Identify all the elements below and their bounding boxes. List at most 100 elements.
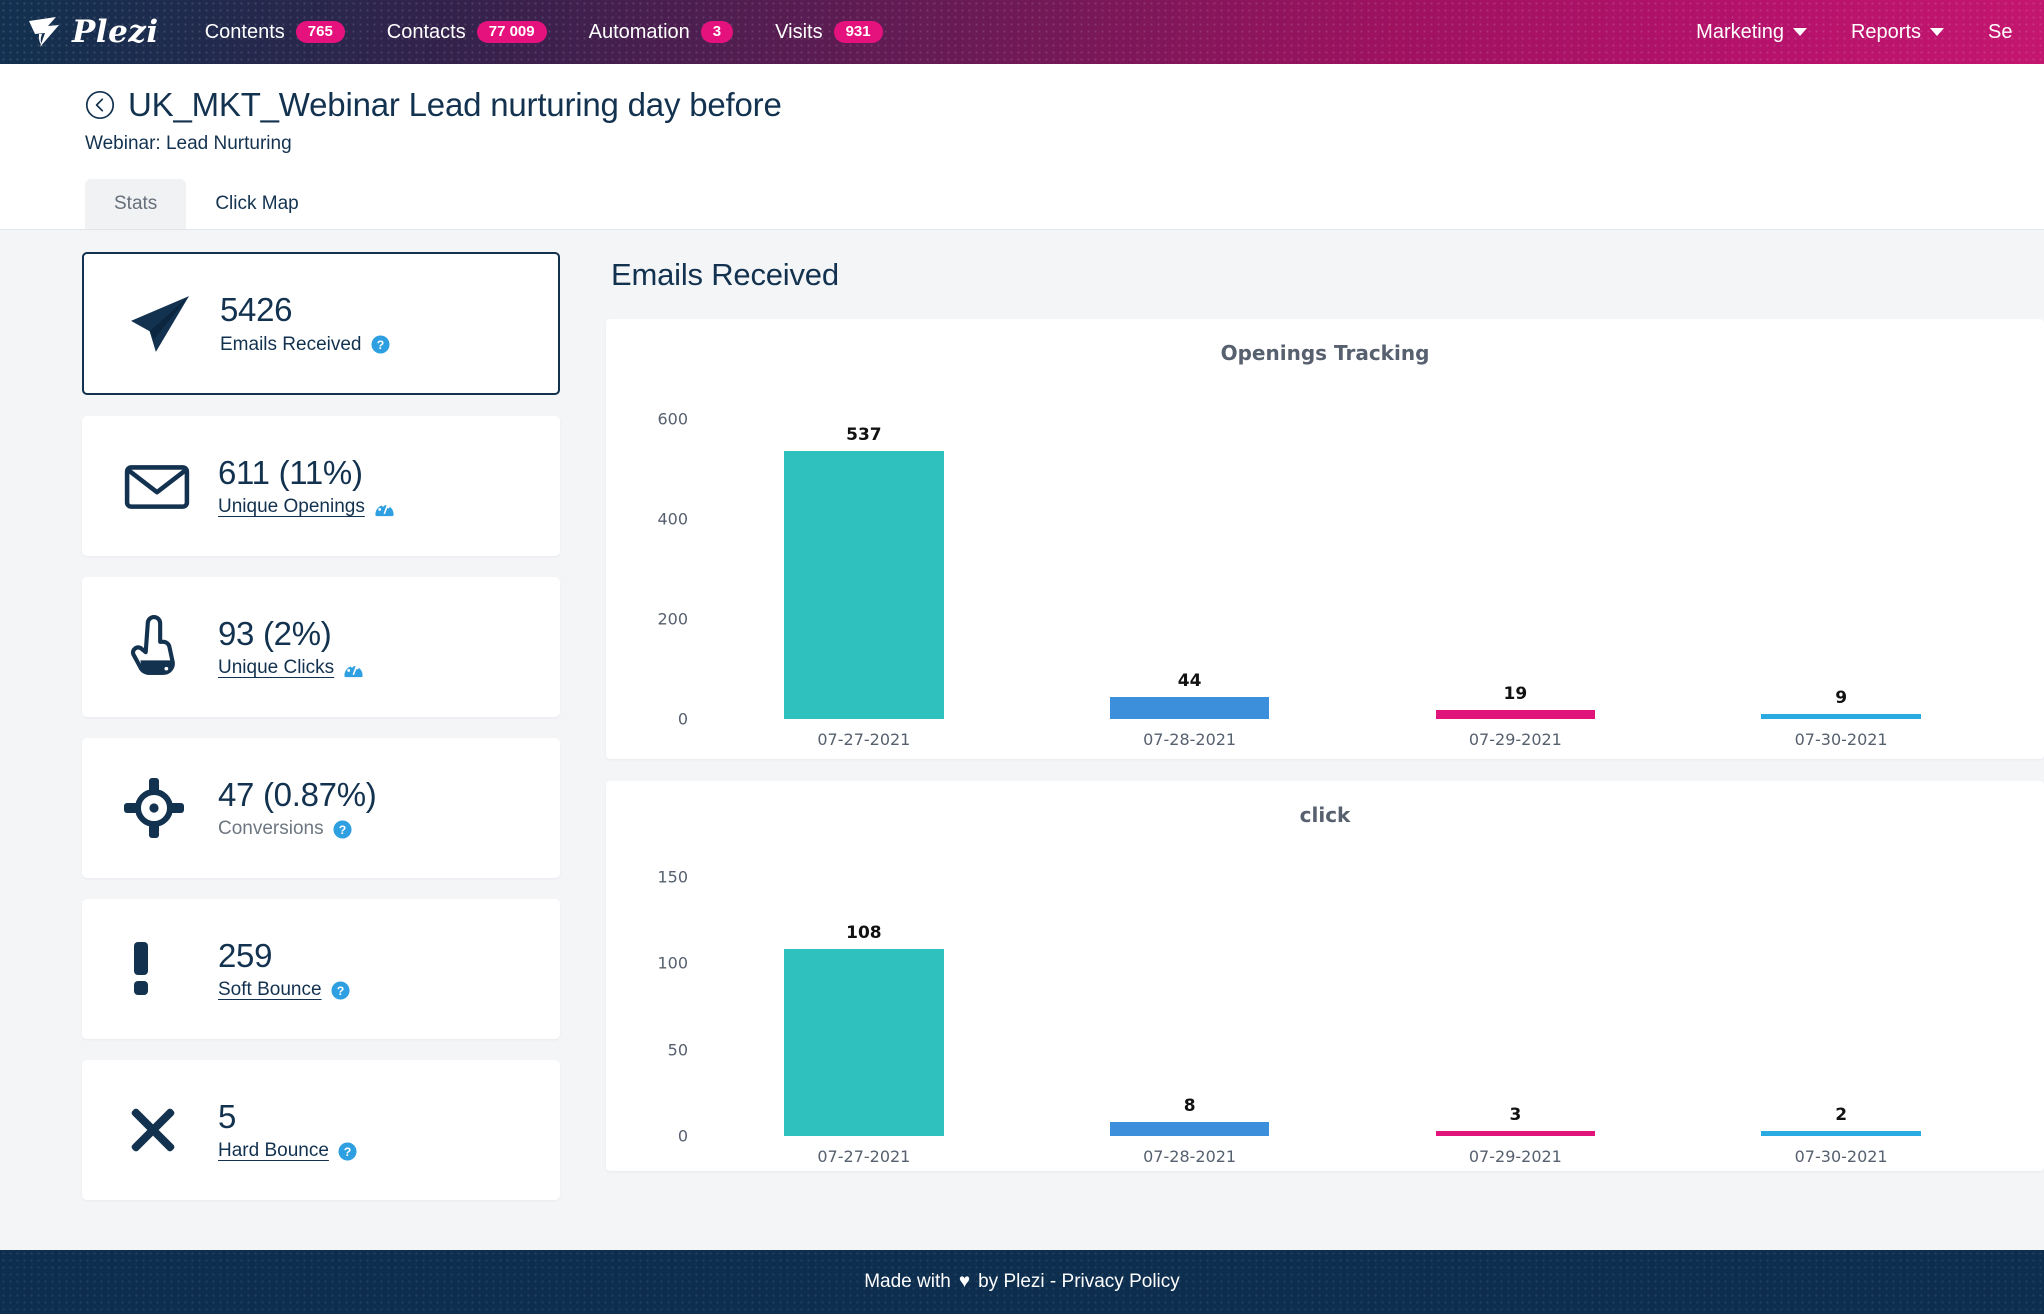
bar[interactable] (1109, 697, 1270, 719)
plezi-logo[interactable]: Plezi (26, 14, 159, 50)
tab-stats[interactable]: Stats (85, 179, 187, 229)
stat-body: 5 Hard Bounce ? (218, 1098, 357, 1163)
help-circle-icon[interactable]: ? (370, 335, 390, 354)
nav-menu-settings[interactable]: Se (1988, 21, 2018, 44)
bar-group[interactable]: 9 (1761, 688, 1921, 719)
top-navigation-bar: Plezi Contents 765 Contacts 77 009 Autom… (0, 0, 2044, 64)
stat-label-row[interactable]: Unique Openings (218, 496, 395, 518)
stat-label-row[interactable]: Unique Clicks (218, 657, 364, 679)
tab-bar: Stats Click Map (85, 179, 2044, 229)
crosshair-target-icon (124, 778, 196, 838)
page-section-title: Emails Received (611, 257, 839, 292)
chart-title: click (1299, 803, 1351, 827)
bar-group[interactable]: 8 (1109, 1096, 1270, 1136)
heart-icon: ♥ (958, 1271, 971, 1292)
nav-left-group: Plezi Contents 765 Contacts 77 009 Autom… (26, 14, 925, 50)
chart-plot-area[interactable]: 0 200 400 600 537 07-27-2021 44 07-28-2021 19 07-… (657, 389, 2004, 749)
footer-prefix: Made with (864, 1271, 951, 1292)
chevron-left-circle-icon[interactable] (85, 90, 115, 120)
plezi-logo-text: Plezi (72, 14, 159, 50)
nav-item-contacts-label: Contacts (386, 20, 466, 43)
y-axis-tick-label: 0 (677, 709, 688, 729)
stat-card-soft-bounce[interactable]: 259 Soft Bounce ? (82, 899, 560, 1039)
bar-value-label: 3 (1509, 1104, 1522, 1125)
x-axis-tick-label: 07-27-2021 (817, 730, 911, 749)
stat-body: 5426 Emails Received ? (220, 291, 390, 356)
nav-item-contents-label: Contents (204, 20, 285, 43)
gauge-icon[interactable] (374, 497, 395, 518)
paper-plane-icon (126, 294, 198, 354)
bar-group[interactable]: 108 (784, 923, 944, 1136)
stat-card-conversions[interactable]: 47 (0.87%) Conversions ? (82, 738, 560, 878)
stats-sidebar: 5426 Emails Received ? 611 (11%) Unique … (0, 252, 560, 1279)
tab-click-map[interactable]: Click Map (186, 179, 327, 229)
y-axis-tick-label: 400 (657, 509, 688, 529)
bar[interactable] (1761, 1131, 1921, 1136)
stat-card-hard-bounce[interactable]: 5 Hard Bounce ? (82, 1060, 560, 1200)
bar[interactable] (1761, 714, 1921, 719)
stat-label-row: Emails Received ? (220, 334, 390, 356)
bar-group[interactable]: 19 (1435, 684, 1596, 719)
x-axis-tick-label: 07-29-2021 (1468, 1147, 1562, 1166)
chart-card-click: click 0 50 100 150 108 07-27-2021 8 07-28-2021 3… (606, 781, 2044, 1171)
footer-suffix: by Plezi - Privacy Policy (978, 1271, 1180, 1292)
bar-group[interactable]: 44 (1109, 671, 1270, 719)
nav-right-group: Marketing Reports Se (1696, 21, 2018, 44)
bar-value-label: 9 (1835, 688, 1848, 708)
help-circle-icon[interactable]: ? (338, 1142, 357, 1161)
y-axis-tick-label: 50 (667, 1040, 688, 1060)
bar-value-label: 8 (1183, 1096, 1196, 1117)
stat-value: 5426 (220, 291, 293, 329)
nav-item-contacts-badge: 77 009 (476, 21, 547, 43)
stat-card-emails-received[interactable]: 5426 Emails Received ? (82, 252, 560, 395)
bar-value-label: 44 (1177, 671, 1202, 691)
stat-body: 93 (2%) Unique Clicks (218, 615, 364, 680)
nav-item-visits[interactable]: Visits 931 (775, 21, 883, 44)
stat-card-unique-clicks[interactable]: 93 (2%) Unique Clicks (82, 577, 560, 717)
nav-menu-reports[interactable]: Reports (1851, 21, 1944, 44)
chart-title: Openings Tracking (1220, 341, 1430, 365)
bar-group[interactable]: 2 (1761, 1105, 1921, 1136)
stat-label: Emails Received (220, 333, 362, 355)
page-title: UK_MKT_Webinar Lead nurturing day before (128, 86, 782, 123)
help-circle-icon[interactable]: ? (331, 981, 350, 1000)
svg-text:?: ? (376, 338, 384, 352)
bar-group[interactable]: 3 (1435, 1104, 1596, 1136)
bar[interactable] (784, 949, 944, 1136)
nav-item-visits-badge: 931 (833, 21, 883, 43)
title-row: UK_MKT_Webinar Lead nurturing day before (85, 86, 2044, 124)
bar[interactable] (1109, 1122, 1270, 1136)
exclamation-mark-icon (124, 940, 196, 998)
nav-item-automation-badge: 3 (700, 21, 734, 43)
nav-item-contacts[interactable]: Contacts 77 009 (387, 21, 547, 44)
bar-value-label: 537 (846, 424, 882, 445)
bar-group[interactable]: 537 (784, 424, 944, 719)
chevron-down-icon (1930, 28, 1944, 36)
stat-label-row[interactable]: Soft Bounce ? (218, 979, 350, 1001)
nav-menu-reports-label: Reports (1850, 20, 1921, 43)
stat-value: 259 (218, 936, 273, 974)
nav-item-contents[interactable]: Contents 765 (205, 21, 345, 44)
stat-label-row[interactable]: Hard Bounce ? (218, 1140, 357, 1162)
bar[interactable] (784, 450, 944, 719)
gauge-icon[interactable] (343, 658, 364, 679)
nav-item-automation[interactable]: Automation 3 (589, 21, 734, 44)
nav-menu-marketing[interactable]: Marketing (1696, 21, 1807, 44)
stat-value: 5 (218, 1097, 237, 1135)
bar-value-label: 2 (1835, 1105, 1848, 1125)
nav-item-contents-badge: 765 (295, 21, 345, 43)
charts-panel: Emails Received Openings Tracking 0 200 40… (560, 252, 2044, 1279)
chart-plot-area[interactable]: 0 50 100 150 108 07-27-2021 8 07-28-2021 3 07-29-… (657, 851, 2004, 1166)
chart-card-openings-tracking: Openings Tracking 0 200 400 600 537 07-27-202… (606, 319, 2044, 759)
help-circle-icon[interactable]: ? (333, 820, 352, 839)
stat-card-unique-openings[interactable]: 611 (11%) Unique Openings (82, 416, 560, 556)
chevron-down-icon (1792, 28, 1807, 36)
stat-body: 611 (11%) Unique Openings (218, 454, 395, 519)
stat-value: 47 (0.87%) (218, 775, 377, 813)
nav-menu-settings-label: Se (1988, 20, 2013, 43)
bar[interactable] (1435, 709, 1596, 719)
bar[interactable] (1435, 1130, 1596, 1136)
svg-text:?: ? (336, 984, 344, 998)
stat-body: 259 Soft Bounce ? (218, 937, 350, 1002)
y-axis-tick-label: 600 (657, 409, 688, 429)
